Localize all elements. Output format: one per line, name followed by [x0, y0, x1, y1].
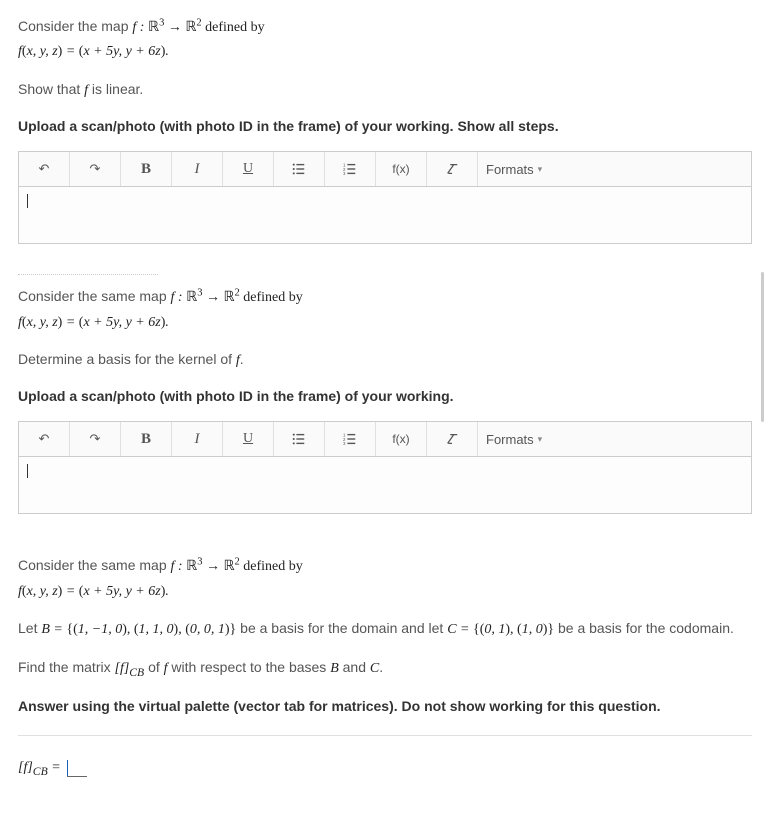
bullet-list-icon — [292, 432, 306, 446]
undo-icon: ↶ — [39, 161, 50, 177]
italic-button[interactable]: I — [172, 422, 223, 456]
q1-task: Show that f is linear. — [18, 78, 752, 102]
underline-button[interactable]: U — [223, 152, 274, 186]
bold-icon: B — [141, 431, 151, 448]
question-2: Consider the same map f : ℝ3 → ℝ2 define… — [18, 285, 752, 514]
q1-editor: ↶ ↷ B I U 123 f(x) Formats ▾ — [18, 151, 752, 244]
q3-map-def: f : ℝ3 → ℝ2 defined by — [171, 559, 303, 574]
question-3: Consider the same map f : ℝ3 → ℝ2 define… — [18, 554, 752, 777]
italic-button[interactable]: I — [172, 152, 223, 186]
bullet-list-button[interactable] — [274, 152, 325, 186]
divider — [18, 735, 752, 736]
clear-format-button[interactable] — [427, 422, 478, 456]
bold-button[interactable]: B — [121, 422, 172, 456]
q3-basis-b: be a basis for the domain and let — [240, 620, 447, 636]
redo-icon: ↷ — [90, 431, 101, 447]
q3-answer-input[interactable] — [67, 760, 87, 777]
q1-toolbar: ↶ ↷ B I U 123 f(x) Formats ▾ — [19, 152, 751, 187]
number-list-icon: 123 — [343, 162, 357, 176]
q3-instruction: Answer using the virtual palette (vector… — [18, 696, 752, 717]
underline-icon: U — [243, 161, 253, 177]
chevron-down-icon: ▾ — [538, 434, 543, 445]
q2-editor: ↶ ↷ B I U 123 f(x) Formats ▾ — [18, 421, 752, 514]
q3-basis-c: be a basis for the codomain. — [558, 620, 734, 636]
italic-icon: I — [195, 161, 200, 178]
bold-button[interactable]: B — [121, 152, 172, 186]
q2-prompt-text: Consider the same map — [18, 288, 171, 304]
undo-button[interactable]: ↶ — [19, 152, 70, 186]
formats-dropdown[interactable]: Formats ▾ — [478, 152, 550, 186]
formats-dropdown[interactable]: Formats ▾ — [478, 422, 550, 456]
q2-task: Determine a basis for the kernel of f. — [18, 348, 752, 372]
q3-prompt: Consider the same map f : ℝ3 → ℝ2 define… — [18, 554, 752, 603]
bullet-list-icon — [292, 162, 306, 176]
underline-button[interactable]: U — [223, 422, 274, 456]
separator — [18, 274, 158, 275]
q3-basis-a: Let — [18, 620, 41, 636]
q3-answer-label: [f]CB = — [18, 760, 61, 778]
italic-icon: I — [195, 431, 200, 448]
redo-button[interactable]: ↷ — [70, 422, 121, 456]
q2-toolbar: ↶ ↷ B I U 123 f(x) Formats ▾ — [19, 422, 751, 457]
q3-formula: f(x, y, z) = (x + 5y, y + 6z). — [18, 584, 169, 599]
redo-icon: ↷ — [90, 161, 101, 177]
svg-text:3: 3 — [343, 441, 346, 446]
q2-upload-instruction: Upload a scan/photo (with photo ID in th… — [18, 386, 752, 407]
q3-basis-B: B = {(1, −1, 0), (1, 1, 0), (0, 0, 1)} — [41, 622, 236, 637]
equation-button[interactable]: f(x) — [376, 152, 427, 186]
clear-icon — [445, 162, 459, 176]
fx-icon: f(x) — [392, 162, 409, 176]
number-list-button[interactable]: 123 — [325, 422, 376, 456]
formats-label: Formats — [486, 432, 534, 447]
equation-button[interactable]: f(x) — [376, 422, 427, 456]
q2-formula: f(x, y, z) = (x + 5y, y + 6z). — [18, 315, 169, 330]
bold-icon: B — [141, 161, 151, 178]
q1-prompt-text: Consider the map — [18, 18, 132, 34]
q1-formula: f(x, y, z) = (x + 5y, y + 6z). — [18, 44, 169, 59]
q3-basis-C: C = {(0, 1), (1, 0)} — [447, 622, 554, 637]
question-1: Consider the map f : ℝ3 → ℝ2 defined by … — [18, 15, 752, 244]
q1-map-def: f : ℝ3 → ℝ2 defined by — [132, 20, 264, 35]
redo-button[interactable]: ↷ — [70, 152, 121, 186]
underline-icon: U — [243, 431, 253, 447]
q2-prompt: Consider the same map f : ℝ3 → ℝ2 define… — [18, 285, 752, 334]
chevron-down-icon: ▾ — [538, 164, 543, 175]
q1-editor-textarea[interactable] — [19, 187, 751, 243]
clear-format-button[interactable] — [427, 152, 478, 186]
fx-icon: f(x) — [392, 432, 409, 446]
q2-editor-textarea[interactable] — [19, 457, 751, 513]
q1-prompt: Consider the map f : ℝ3 → ℝ2 defined by … — [18, 15, 752, 64]
clear-icon — [445, 432, 459, 446]
scrollbar[interactable] — [761, 272, 764, 422]
number-list-icon: 123 — [343, 432, 357, 446]
formats-label: Formats — [486, 162, 534, 177]
q3-prompt-text: Consider the same map — [18, 557, 171, 573]
q3-basis-line: Let B = {(1, −1, 0), (1, 1, 0), (0, 0, 1… — [18, 617, 752, 641]
q2-map-def: f : ℝ3 → ℝ2 defined by — [171, 290, 303, 305]
undo-button[interactable]: ↶ — [19, 422, 70, 456]
q3-answer-row: [f]CB = — [18, 760, 752, 778]
bullet-list-button[interactable] — [274, 422, 325, 456]
q3-task: Find the matrix [f]CB of f with respect … — [18, 656, 752, 682]
q1-upload-instruction: Upload a scan/photo (with photo ID in th… — [18, 116, 752, 137]
undo-icon: ↶ — [39, 431, 50, 447]
svg-text:3: 3 — [343, 171, 346, 176]
number-list-button[interactable]: 123 — [325, 152, 376, 186]
